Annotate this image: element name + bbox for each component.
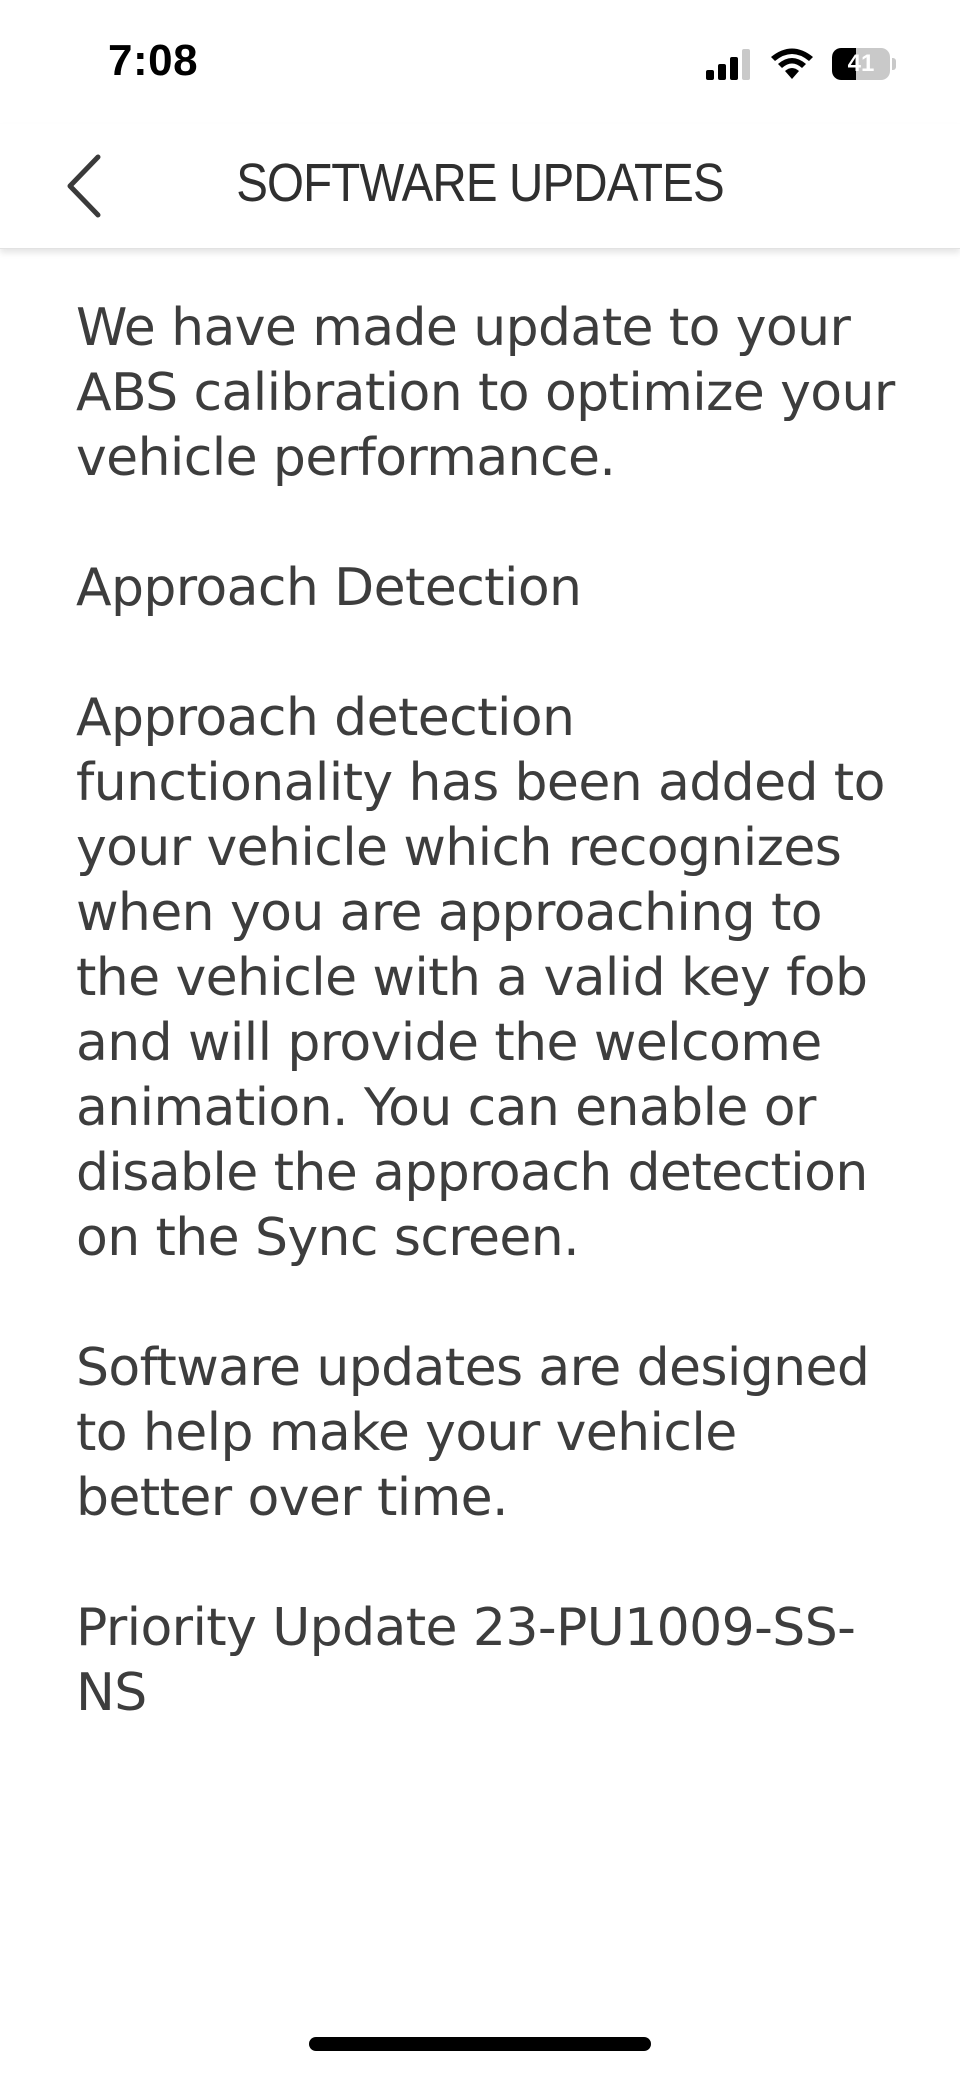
approach-detection-paragraph: Approach detection functionality has bee… — [76, 688, 885, 1268]
battery-icon: 41 — [832, 48, 896, 80]
nav-header: SOFTWARE UPDATES — [0, 124, 960, 249]
abs-update-paragraph: We have made update to your ABS calibrat… — [76, 298, 895, 488]
software-updates-paragraph: Software updates are designed to help ma… — [76, 1338, 870, 1528]
battery-level: 41 — [847, 50, 875, 77]
status-time: 7:08 — [108, 36, 199, 85]
cellular-signal-icon — [706, 49, 750, 80]
update-details: We have made update to your ABS calibrat… — [76, 296, 906, 1791]
status-bar: 7:08 41 — [0, 0, 960, 124]
wifi-icon — [771, 48, 813, 79]
status-icons: 41 — [706, 46, 896, 82]
priority-update-id: Priority Update 23-PU1009-SS-NS — [76, 1598, 856, 1723]
page-title: SOFTWARE UPDATES — [236, 153, 724, 213]
section-heading-approach-detection: Approach Detection — [76, 558, 582, 618]
home-indicator[interactable] — [309, 2037, 651, 2051]
